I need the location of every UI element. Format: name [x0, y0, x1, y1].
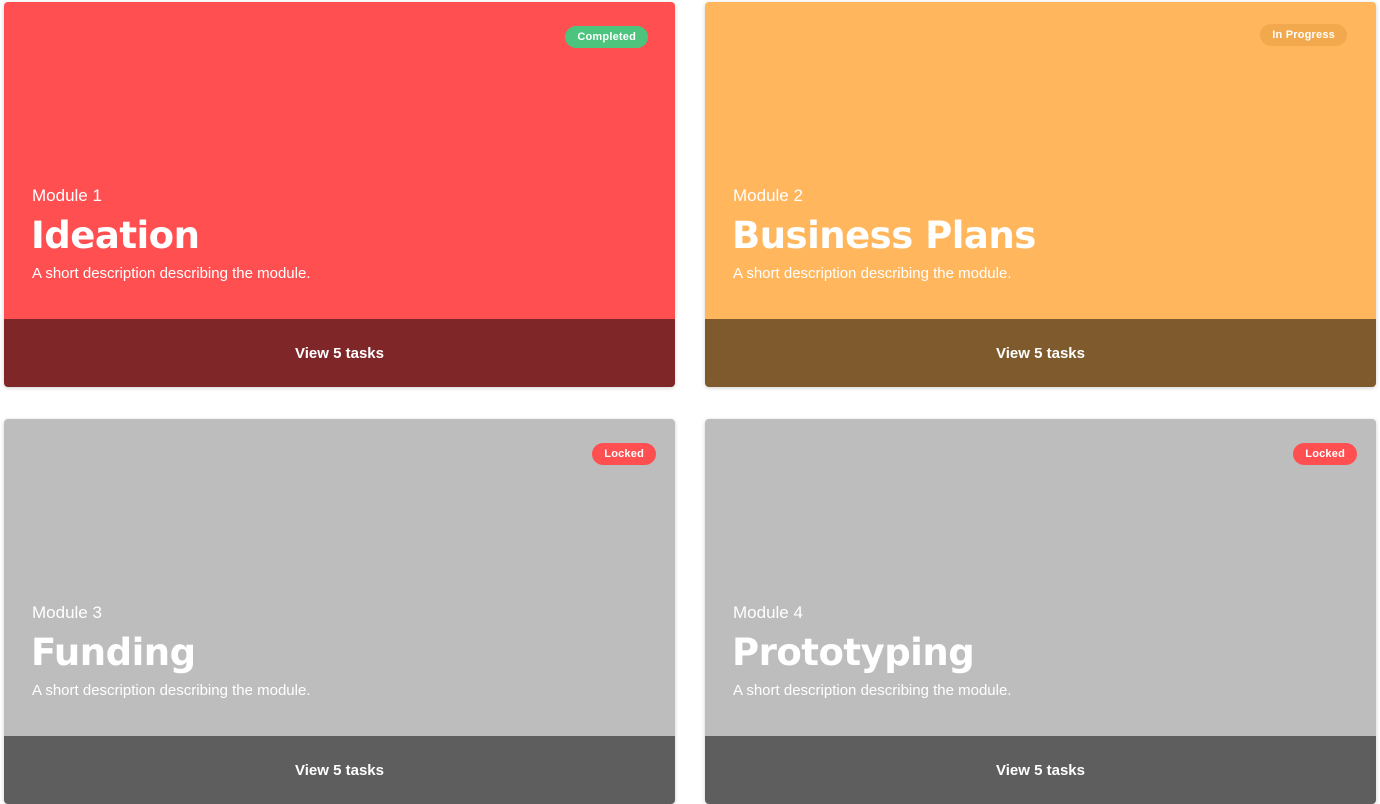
card-body: In Progress Module 2 Business Plans A sh… — [705, 2, 1376, 319]
module-description: A short description describing the modul… — [733, 682, 1012, 699]
status-badge: In Progress — [1260, 24, 1347, 46]
view-tasks-button[interactable]: View 5 tasks — [4, 736, 675, 804]
module-description: A short description describing the modul… — [32, 265, 311, 282]
module-number: Module 2 — [733, 186, 803, 205]
module-title: Business Plans — [732, 214, 1036, 257]
module-title: Funding — [31, 631, 196, 674]
module-number: Module 3 — [32, 603, 102, 622]
module-grid: Completed Module 1 Ideation A short desc… — [0, 0, 1380, 804]
module-card-ideation[interactable]: Completed Module 1 Ideation A short desc… — [4, 2, 675, 387]
module-description: A short description describing the modul… — [32, 682, 311, 699]
status-badge: Completed — [565, 26, 648, 48]
module-card-prototyping[interactable]: Locked Module 4 Prototyping A short desc… — [705, 419, 1376, 804]
card-body: Locked Module 4 Prototyping A short desc… — [705, 419, 1376, 736]
status-badge: Locked — [592, 443, 656, 465]
module-card-business-plans[interactable]: In Progress Module 2 Business Plans A sh… — [705, 2, 1376, 387]
module-number: Module 1 — [32, 186, 102, 205]
view-tasks-button[interactable]: View 5 tasks — [4, 319, 675, 387]
status-badge: Locked — [1293, 443, 1357, 465]
view-tasks-button[interactable]: View 5 tasks — [705, 319, 1376, 387]
view-tasks-button[interactable]: View 5 tasks — [705, 736, 1376, 804]
module-card-funding[interactable]: Locked Module 3 Funding A short descript… — [4, 419, 675, 804]
card-body: Locked Module 3 Funding A short descript… — [4, 419, 675, 736]
card-body: Completed Module 1 Ideation A short desc… — [4, 2, 675, 319]
module-description: A short description describing the modul… — [733, 265, 1012, 282]
module-number: Module 4 — [733, 603, 803, 622]
module-title: Prototyping — [732, 631, 975, 674]
module-title: Ideation — [31, 214, 200, 257]
